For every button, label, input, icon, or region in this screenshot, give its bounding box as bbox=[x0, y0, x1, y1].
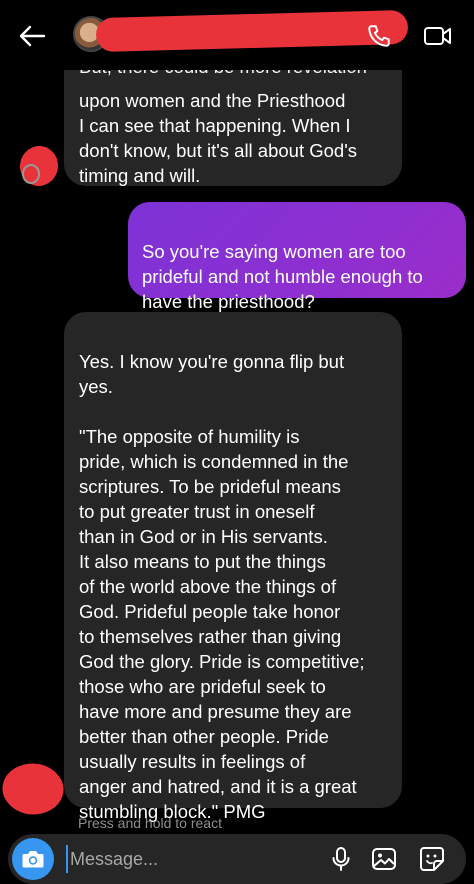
image-icon bbox=[372, 848, 396, 870]
sent-message[interactable]: So you're saying women are too prideful … bbox=[128, 202, 466, 312]
video-camera-icon bbox=[424, 27, 451, 45]
arrow-left-icon bbox=[19, 25, 46, 47]
camera-icon bbox=[22, 851, 44, 868]
received-message[interactable]: Yes. I know you're gonna flip but yes. "… bbox=[64, 312, 402, 822]
message-text: So you're saying women are too prideful … bbox=[142, 241, 423, 312]
sticker-button[interactable] bbox=[418, 846, 446, 872]
message-text: Yes. I know you're gonna flip but yes. "… bbox=[79, 351, 365, 822]
react-hint: Press and hold to react bbox=[78, 815, 222, 831]
sender-avatar-redaction bbox=[16, 143, 62, 189]
message-composer bbox=[8, 834, 466, 884]
message-input[interactable] bbox=[66, 845, 306, 873]
chat-header bbox=[0, 0, 474, 70]
chat-screen: But, there could be more revelation upon… bbox=[0, 0, 474, 884]
video-call-button[interactable] bbox=[420, 20, 456, 52]
back-button[interactable] bbox=[14, 20, 50, 52]
message-text: upon women and the Priesthood I can see … bbox=[79, 90, 357, 186]
sticker-icon bbox=[420, 847, 444, 871]
voice-message-button[interactable] bbox=[328, 846, 354, 872]
sender-avatar bbox=[22, 164, 40, 184]
microphone-icon bbox=[332, 847, 350, 871]
camera-button[interactable] bbox=[12, 838, 54, 880]
audio-call-button[interactable] bbox=[362, 20, 396, 52]
gallery-button[interactable] bbox=[370, 846, 398, 872]
sender-avatar-redaction bbox=[0, 751, 72, 827]
phone-icon bbox=[368, 25, 390, 47]
